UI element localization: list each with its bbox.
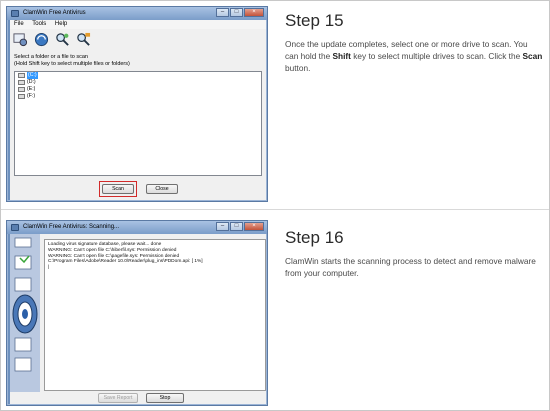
toolbar — [12, 31, 96, 49]
window-controls: – □ × — [215, 8, 264, 17]
step-15-title: Step 15 — [285, 11, 344, 30]
drive-label: (C:) — [27, 72, 38, 79]
section-divider — [1, 209, 549, 210]
scan-files-icon[interactable] — [54, 31, 70, 47]
scanning-window-client: Loading virus signature database, please… — [10, 234, 266, 404]
minimize-icon[interactable]: – — [216, 8, 229, 17]
drive-tree[interactable]: (C:) (D:) (E:) (F:) — [14, 71, 262, 176]
usb-drive-icon — [18, 94, 25, 99]
menu-tools[interactable]: Tools — [32, 21, 46, 27]
instruction-line-2: (Hold Shift key to select multiple files… — [14, 60, 130, 67]
step-16-title: Step 16 — [285, 228, 344, 247]
main-window-client: File Tools Help Select a folder or a fil… — [10, 20, 266, 200]
step-15-text: key to select multiple drives to scan. C… — [350, 51, 523, 61]
drive-label: (D:) — [27, 79, 36, 85]
drive-item-f[interactable]: (F:) — [15, 93, 261, 100]
minimize-icon[interactable]: – — [216, 222, 229, 231]
maximize-icon[interactable]: □ — [230, 222, 243, 231]
step-15-text: button. — [285, 63, 311, 73]
update-icon[interactable] — [33, 31, 49, 47]
drive-item-e[interactable]: (E:) — [15, 86, 261, 93]
drive-item-c[interactable]: (C:) — [15, 72, 261, 79]
window-title: ClamWin Free Antivirus: Scanning... — [23, 224, 120, 230]
drive-icon — [18, 87, 25, 92]
step-15: Step 15 Once the update completes, selec… — [285, 11, 543, 74]
menu-bar: File Tools Help — [10, 20, 266, 29]
window-controls: – □ × — [215, 222, 264, 231]
window-title: ClamWin Free Antivirus — [23, 10, 86, 16]
clamwin-scanning-window: ClamWin Free Antivirus: Scanning... – □ … — [6, 220, 268, 406]
step-16-description: ClamWin starts the scanning process to d… — [285, 256, 536, 278]
log-line: | — [48, 265, 50, 271]
scan-instructions: Select a folder or a file to scan (Hold … — [14, 54, 130, 67]
save-report-button[interactable]: Save Report — [98, 393, 138, 403]
close-icon[interactable]: × — [244, 222, 264, 231]
menu-help[interactable]: Help — [55, 21, 67, 27]
drive-icon — [18, 80, 25, 85]
preferences-icon[interactable] — [12, 31, 28, 47]
stop-button[interactable]: Stop — [146, 393, 184, 403]
window-title-bar: ClamWin Free Antivirus: Scanning... – □ … — [7, 221, 267, 234]
drive-icon — [18, 73, 25, 78]
scan-log[interactable]: Loading virus signature database, please… — [44, 239, 266, 391]
shift-key-text: Shift — [332, 51, 351, 61]
scan-button-highlight — [99, 181, 137, 197]
close-button[interactable]: Close — [146, 184, 178, 194]
clamwin-app-icon — [11, 10, 19, 17]
drive-label: (E:) — [27, 86, 36, 92]
clamwin-main-window: ClamWin Free Antivirus – □ × File Tools … — [6, 6, 268, 202]
drive-item-d[interactable]: (D:) — [15, 79, 261, 86]
maximize-icon[interactable]: □ — [230, 8, 243, 17]
close-icon[interactable]: × — [244, 8, 264, 17]
scan-animation-panel — [10, 234, 40, 392]
scan-button-text: Scan — [522, 51, 543, 61]
scan-memory-icon[interactable] — [75, 31, 91, 47]
step-16: Step 16 ClamWin starts the scanning proc… — [285, 228, 543, 279]
drive-label: (F:) — [27, 93, 36, 99]
window-title-bar: ClamWin Free Antivirus – □ × — [7, 7, 267, 20]
step-15-description: Once the update completes, select one or… — [285, 38, 543, 74]
menu-file[interactable]: File — [14, 21, 24, 27]
clamwin-app-icon — [11, 224, 19, 231]
